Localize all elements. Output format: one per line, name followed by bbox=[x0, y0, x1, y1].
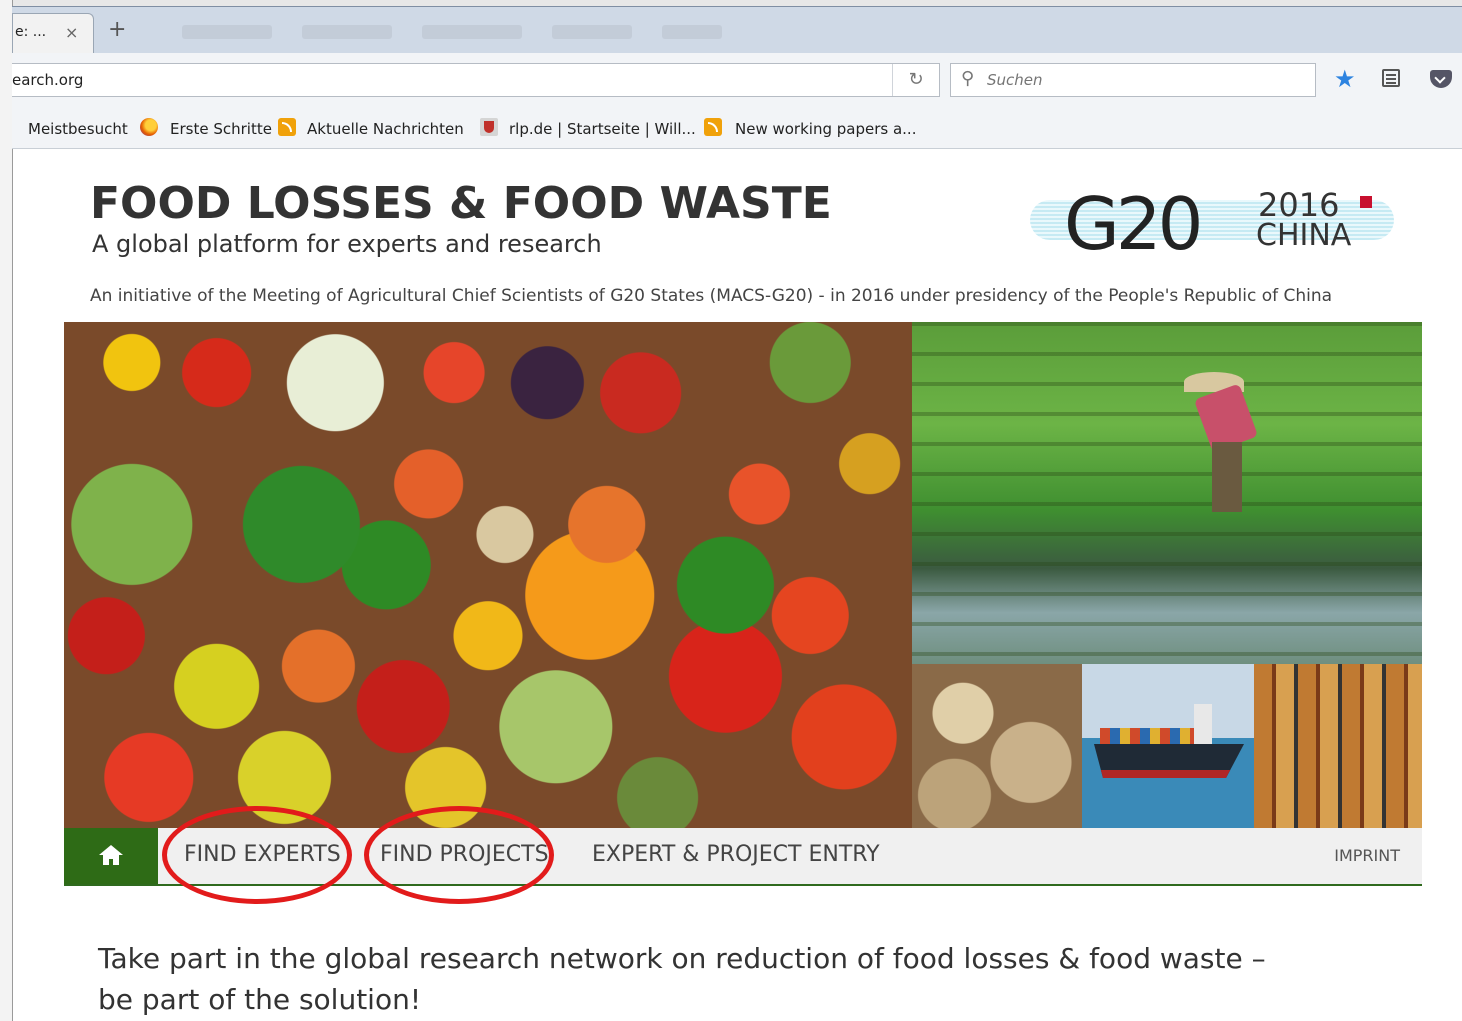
browser-tab[interactable]: e: ... × bbox=[12, 13, 94, 54]
pocket-icon[interactable] bbox=[1430, 70, 1452, 88]
highlight-ellipse-find-projects bbox=[364, 806, 554, 904]
bookmarks-toolbar: Meistbesucht Erste Schritte Aktuelle Nac… bbox=[12, 108, 1462, 149]
initiative-text: An initiative of the Meeting of Agricult… bbox=[90, 286, 1333, 306]
g20-logo: G20 2016 CHINA bbox=[1030, 178, 1394, 268]
intro-line-2: be part of the solution! bbox=[98, 983, 422, 1016]
bookmark-rlp[interactable]: rlp.de | Startseite | Will... bbox=[509, 120, 696, 138]
food-waste-photo bbox=[64, 322, 912, 828]
rice-paddy-photo bbox=[912, 322, 1422, 664]
search-input[interactable] bbox=[987, 71, 1287, 89]
crest-icon bbox=[480, 118, 498, 136]
home-button[interactable] bbox=[64, 828, 158, 884]
window-frame-left bbox=[0, 0, 13, 1021]
g20-logo-text: G20 bbox=[1064, 182, 1203, 266]
tab-bar: e: ... × + bbox=[12, 6, 1462, 54]
china-flag-icon bbox=[1360, 196, 1372, 208]
hero-image-collage bbox=[64, 322, 1422, 828]
g20-logo-country: CHINA bbox=[1256, 218, 1352, 253]
bookmark-star-icon[interactable]: ★ bbox=[1334, 65, 1356, 93]
new-tab-icon[interactable]: + bbox=[108, 17, 126, 42]
reload-icon[interactable]: ↻ bbox=[892, 64, 939, 96]
background-tab[interactable] bbox=[422, 25, 522, 39]
highlight-ellipse-find-experts bbox=[162, 806, 352, 904]
search-icon: ⚲ bbox=[961, 68, 975, 89]
site-title: FOOD LOSSES & FOOD WASTE bbox=[90, 178, 832, 229]
cargo-ship-photo bbox=[1082, 664, 1254, 828]
background-tab[interactable] bbox=[552, 25, 632, 39]
food-market-photo bbox=[1254, 664, 1422, 828]
bookmark-aktuelle-nachrichten[interactable]: Aktuelle Nachrichten bbox=[307, 120, 464, 138]
navigation-toolbar: earch.org ↻ ⚲ ★ bbox=[12, 53, 1462, 108]
tab-title: e: ... bbox=[15, 24, 47, 40]
nav-expert-project-entry[interactable]: EXPERT & PROJECT ENTRY bbox=[592, 842, 880, 867]
bookmark-meistbesucht[interactable]: Meistbesucht bbox=[28, 120, 128, 138]
intro-line-1: Take part in the global research network… bbox=[98, 942, 1266, 975]
url-text[interactable]: earch.org bbox=[12, 71, 83, 89]
bookmark-working-papers[interactable]: New working papers a... bbox=[735, 120, 916, 138]
url-bar[interactable]: earch.org ↻ bbox=[12, 63, 940, 97]
home-icon bbox=[99, 845, 123, 865]
grain-sacks-photo bbox=[912, 664, 1082, 828]
farmer-figure bbox=[1184, 372, 1259, 512]
background-tab[interactable] bbox=[662, 25, 722, 39]
search-box[interactable]: ⚲ bbox=[950, 63, 1316, 97]
background-tab[interactable] bbox=[302, 25, 392, 39]
intro-text: Take part in the global research network… bbox=[98, 938, 1266, 1020]
close-tab-icon[interactable]: × bbox=[65, 23, 78, 42]
site-subtitle: A global platform for experts and resear… bbox=[92, 230, 602, 258]
nav-imprint[interactable]: IMPRINT bbox=[1334, 846, 1400, 865]
rss-icon bbox=[704, 118, 722, 136]
rss-icon bbox=[278, 118, 296, 136]
reading-list-icon[interactable] bbox=[1382, 69, 1400, 87]
bookmark-erste-schritte[interactable]: Erste Schritte bbox=[170, 120, 272, 138]
background-tab[interactable] bbox=[182, 25, 272, 39]
firefox-icon bbox=[140, 118, 158, 136]
